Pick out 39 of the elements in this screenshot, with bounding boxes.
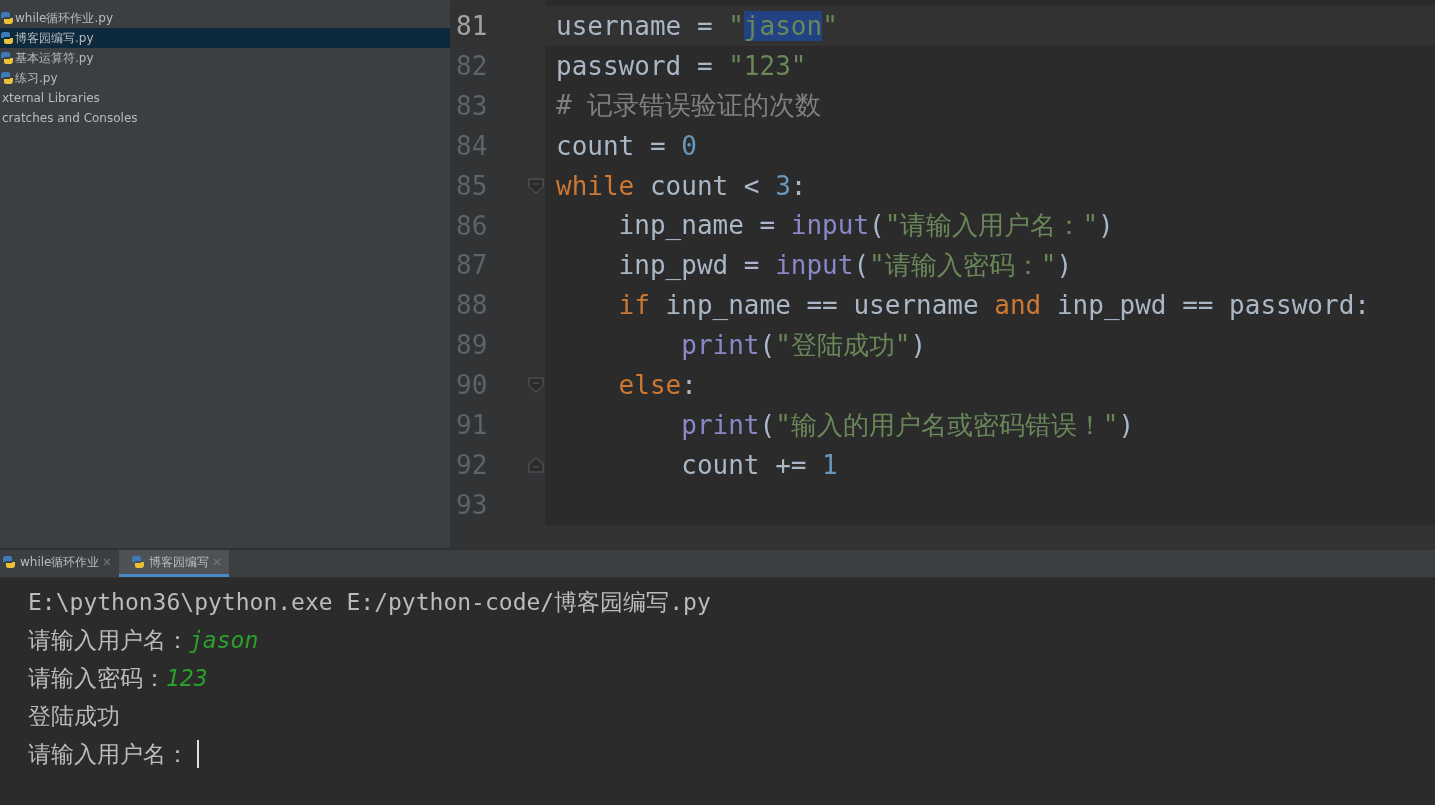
python-file-icon <box>0 71 14 85</box>
code-line: while count < 3: <box>555 170 807 201</box>
code-line: if inp_name == username and inp_pwd == password: <box>617 290 1370 321</box>
tree-item[interactable]: 基本运算符.py <box>0 48 450 68</box>
python-file-icon <box>0 31 14 45</box>
close-icon[interactable] <box>213 558 222 566</box>
code-line: count = 0 <box>555 130 697 161</box>
code-line: count += 1 <box>680 450 838 481</box>
fold-icon[interactable] <box>527 177 544 194</box>
code-line: inp_pwd = input("请输入密码：") <box>617 249 1073 282</box>
run-tab[interactable]: while循环作业 <box>0 550 120 577</box>
fold-icon[interactable] <box>527 377 544 394</box>
console-prompt: 请输入用户名： <box>28 625 189 655</box>
code-line: password = "123" <box>555 50 807 81</box>
typed-input-text: 123 <box>166 665 208 691</box>
code-line: else: <box>617 370 697 401</box>
tree-item[interactable]: cratches and Consoles <box>0 108 450 128</box>
fold-icon[interactable] <box>527 457 544 474</box>
code-line: print("输入的用户名或密码错误！") <box>680 408 1135 442</box>
python-file-icon <box>0 11 14 25</box>
tree-item[interactable]: xternal Libraries <box>0 88 450 108</box>
run-tab[interactable]: 博客园编写 <box>119 550 230 577</box>
console-output: E:\python36\python.exe E:/python-code/博客园编写.py <box>28 587 711 617</box>
close-icon[interactable] <box>103 558 112 566</box>
python-file-icon <box>2 555 16 569</box>
tree-item[interactable]: 练习.py <box>0 68 450 88</box>
line-number: 81 <box>455 10 489 41</box>
tree-item[interactable]: 博客园编写.py <box>0 28 450 48</box>
code-line: username = "jason" <box>555 10 838 41</box>
python-file-icon <box>131 555 146 569</box>
python-file-icon <box>0 51 14 65</box>
code-line: inp_name = input("请输入用户名：") <box>617 209 1114 243</box>
console-output: 登陆成功 <box>28 701 120 731</box>
code-line: # 记录错误验证的次数 <box>555 89 822 123</box>
console-prompt: 请输入用户名： <box>28 739 189 769</box>
code-line: print("登陆成功") <box>680 328 927 362</box>
tree-item[interactable]: while循环作业.py <box>0 8 450 28</box>
console-prompt: 请输入密码： <box>28 663 166 693</box>
typed-input-text: jason <box>189 627 259 653</box>
